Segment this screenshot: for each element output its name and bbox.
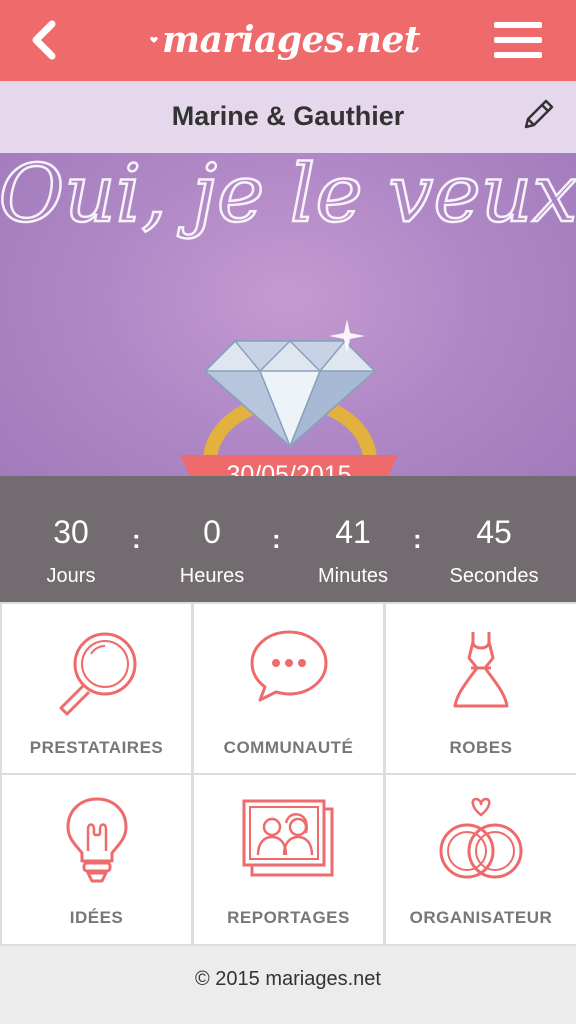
wedding-date: 30/05/2015 xyxy=(226,461,352,476)
photos-icon xyxy=(242,799,333,877)
copyright-text: © 2015 mariages.net xyxy=(195,968,381,990)
tile-communaute[interactable]: COMMUNAUTÉ xyxy=(194,604,383,773)
top-bar: mariages.net xyxy=(0,0,576,81)
back-button[interactable] xyxy=(22,18,66,62)
footer: © 2015 mariages.net xyxy=(0,946,576,1024)
wedding-hero: Oui, je le veux Marine & Gauthier 30/05/… xyxy=(0,81,576,476)
tile-label: ORGANISATEUR xyxy=(409,908,553,927)
days-label: Jours xyxy=(46,565,96,587)
lightbulb-icon xyxy=(66,797,127,883)
countdown-seconds: 45 Secondes xyxy=(423,476,565,588)
countdown-days: 30 Jours xyxy=(0,476,142,588)
minutes-label: Minutes xyxy=(317,565,389,587)
countdown: 30 Jours : 0 Heures : 41 Minutes : 45 Se… xyxy=(0,476,576,602)
rings-icon xyxy=(439,797,523,879)
logo[interactable]: mariages.net xyxy=(150,10,420,70)
seconds-value: 45 xyxy=(476,514,512,550)
heart-logo-icon xyxy=(150,36,158,43)
minutes-value: 41 xyxy=(335,514,371,550)
tile-label: IDÉES xyxy=(69,908,124,927)
tile-robes[interactable]: ROBES xyxy=(386,604,576,773)
chevron-left-icon xyxy=(32,20,56,60)
chat-bubble-icon xyxy=(250,630,327,702)
tile-idees[interactable]: IDÉES xyxy=(2,775,191,944)
days-value: 30 xyxy=(53,514,89,550)
tile-label: PRESTATAIRES xyxy=(29,738,164,757)
pencil-icon xyxy=(524,99,554,129)
tile-organisateur[interactable]: ORGANISATEUR xyxy=(386,775,576,944)
countdown-separator: : xyxy=(413,524,422,554)
tile-reportages[interactable]: REPORTAGES xyxy=(194,775,383,944)
menu-button[interactable] xyxy=(494,20,542,60)
tile-label: REPORTAGES xyxy=(227,908,350,927)
hamburger-menu-icon xyxy=(494,22,542,58)
magnifier-icon xyxy=(59,632,136,716)
menu-grid: PRESTATAIRES COMMUNAUTÉ ROBES IDÉES REPO… xyxy=(0,602,576,946)
countdown-separator: : xyxy=(272,524,281,554)
countdown-hours: 0 Heures xyxy=(141,476,283,588)
countdown-minutes: 41 Minutes xyxy=(282,476,424,588)
countdown-separator: : xyxy=(132,524,141,554)
tile-prestataires[interactable]: PRESTATAIRES xyxy=(2,604,191,773)
tile-label: ROBES xyxy=(449,738,513,757)
dress-icon xyxy=(453,632,509,708)
diamond-ring-image xyxy=(203,319,377,476)
logo-text: mariages.net xyxy=(162,19,420,61)
app-screen: mariages.net Oui, je le veux Marine & Ga… xyxy=(0,0,576,1024)
script-text: Oui, je le veux xyxy=(0,147,576,240)
edit-button[interactable] xyxy=(518,95,558,135)
seconds-label: Secondes xyxy=(449,565,539,587)
hours-label: Heures xyxy=(179,565,245,587)
hours-value: 0 xyxy=(203,514,221,550)
tile-label: COMMUNAUTÉ xyxy=(223,738,354,757)
couple-name: Marine & Gauthier xyxy=(171,101,405,131)
